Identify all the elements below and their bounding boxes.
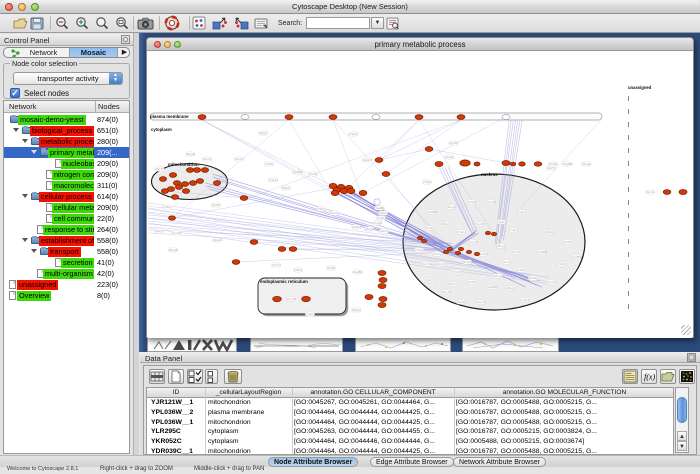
svg-text:(Snf4): (Snf4) <box>327 266 335 270</box>
svg-text:(Gal80): (Gal80) <box>572 255 582 259</box>
svg-text:(Ybl2): (Ybl2) <box>265 162 273 166</box>
svg-text:(Gcr1): (Gcr1) <box>203 157 212 161</box>
svg-text:(Cyc8): (Cyc8) <box>475 222 484 226</box>
svg-text:(Gcr1): (Gcr1) <box>547 280 556 284</box>
svg-text:(Reg1): (Reg1) <box>497 244 506 248</box>
svg-text:(Cyc8): (Cyc8) <box>469 240 478 244</box>
svg-text:unassigned: unassigned <box>628 85 652 90</box>
svg-text:cytoplasm: cytoplasm <box>151 127 172 132</box>
svg-text:(Hxk2): (Hxk2) <box>463 260 472 264</box>
svg-text:(Hxk2): (Hxk2) <box>467 200 476 204</box>
svg-text:(Tup1): (Tup1) <box>269 178 278 182</box>
svg-text:(Gal80): (Gal80) <box>293 170 303 174</box>
svg-text:(Tup1): (Tup1) <box>509 228 518 232</box>
svg-text:(Ybl2): (Ybl2) <box>294 268 302 272</box>
svg-text:(Cyc8): (Cyc8) <box>373 221 382 225</box>
svg-text:(Reg1): (Reg1) <box>186 152 195 156</box>
svg-text:(Snf4): (Snf4) <box>467 280 475 284</box>
svg-text:(Tup1): (Tup1) <box>520 298 529 302</box>
svg-text:(Hxk2): (Hxk2) <box>479 252 488 256</box>
svg-text:(Cyc8): (Cyc8) <box>449 141 458 145</box>
svg-text:(Mig1): (Mig1) <box>507 286 516 290</box>
svg-text:(Tup1): (Tup1) <box>457 230 466 234</box>
svg-text:(Snf4): (Snf4) <box>309 172 317 176</box>
svg-text:(Reg1): (Reg1) <box>365 227 374 231</box>
svg-text:(Glc7): (Glc7) <box>512 250 520 254</box>
svg-text:(Ybl2): (Ybl2) <box>557 262 565 266</box>
svg-text:(Ybl2): (Ybl2) <box>317 207 325 211</box>
svg-text:(Gcr1): (Gcr1) <box>502 260 511 264</box>
svg-text:(Mig1): (Mig1) <box>259 131 268 135</box>
svg-text:(Reg1): (Reg1) <box>442 290 451 294</box>
svg-text:(Ybl2): (Ybl2) <box>517 268 525 272</box>
svg-text:(Gcr1): (Gcr1) <box>422 262 431 266</box>
svg-text:(Cyc8): (Cyc8) <box>287 297 296 301</box>
svg-text:(Reg1): (Reg1) <box>582 162 591 166</box>
svg-text:(Snf4): (Snf4) <box>549 162 557 166</box>
svg-text:(Glc7): (Glc7) <box>427 278 435 282</box>
svg-text:(Hxk2): (Hxk2) <box>213 238 222 242</box>
svg-text:(Mig1): (Mig1) <box>442 222 451 226</box>
svg-text:(Glc7): (Glc7) <box>155 229 163 233</box>
svg-text:(Gcr1): (Gcr1) <box>330 211 339 215</box>
svg-text:(Hxk2): (Hxk2) <box>445 155 454 159</box>
svg-text:(Ybl2): (Ybl2) <box>163 205 171 209</box>
svg-text:(Glc7): (Glc7) <box>380 229 388 233</box>
svg-text:nucleus: nucleus <box>481 172 498 177</box>
svg-text:(Gal80): (Gal80) <box>563 162 573 166</box>
svg-text:(Mig1): (Mig1) <box>497 220 506 224</box>
svg-text:(Glc7): (Glc7) <box>547 166 555 170</box>
svg-text:mitochondrion: mitochondrion <box>168 162 199 167</box>
svg-text:(Tup1): (Tup1) <box>349 132 358 136</box>
svg-text:f(x): f(x) <box>644 373 655 382</box>
svg-text:(Glc7): (Glc7) <box>449 282 457 286</box>
svg-text:(Snf4): (Snf4) <box>529 276 537 280</box>
svg-text:endoplasmic reticulum: endoplasmic reticulum <box>260 279 308 284</box>
svg-text:(Gcr1): (Gcr1) <box>646 190 655 194</box>
svg-text:(Gal80): (Gal80) <box>375 206 385 210</box>
svg-text:(Tup1): (Tup1) <box>517 210 526 214</box>
svg-text:(Glc7): (Glc7) <box>433 252 441 256</box>
svg-text:(Hxk2): (Hxk2) <box>352 225 361 229</box>
svg-text:(Gcr1): (Gcr1) <box>437 262 446 266</box>
svg-text:(Mig1): (Mig1) <box>282 186 291 190</box>
svg-text:(Snf4): (Snf4) <box>425 226 433 230</box>
svg-text:(Cyc8): (Cyc8) <box>477 300 486 304</box>
svg-text:(Glc7): (Glc7) <box>155 167 163 171</box>
svg-text:(Cyc8): (Cyc8) <box>172 231 181 235</box>
svg-text:(Mig1): (Mig1) <box>547 230 556 234</box>
svg-text:(Ybl2): (Ybl2) <box>452 270 460 274</box>
svg-text:(Gal80): (Gal80) <box>427 210 437 214</box>
svg-text:(Gal80): (Gal80) <box>487 285 497 289</box>
svg-text:(Ybl2): (Ybl2) <box>423 180 431 184</box>
svg-text:(Reg1): (Reg1) <box>169 248 178 252</box>
svg-text:(Snf4): (Snf4) <box>212 203 220 207</box>
svg-text:(Cyc8): (Cyc8) <box>487 200 496 204</box>
svg-text:(Gcr1): (Gcr1) <box>235 157 244 161</box>
svg-text:(Snf4): (Snf4) <box>563 240 571 244</box>
svg-text:(Tup1): (Tup1) <box>377 216 386 220</box>
svg-text:(Reg1): (Reg1) <box>494 274 503 278</box>
svg-text:(Hxk2): (Hxk2) <box>363 158 372 162</box>
svg-text:(Hxk2): (Hxk2) <box>457 300 466 304</box>
svg-text:(Ybl2): (Ybl2) <box>415 248 423 252</box>
svg-text:plasma membrane: plasma membrane <box>150 114 189 119</box>
svg-text:(Mig1): (Mig1) <box>379 211 388 215</box>
svg-text:(Mig1): (Mig1) <box>352 308 361 312</box>
svg-text:(Gal80): (Gal80) <box>537 250 547 254</box>
svg-text:(Gal80): (Gal80) <box>353 270 363 274</box>
svg-text:(Tup1): (Tup1) <box>306 312 315 316</box>
svg-text:(Gcr1): (Gcr1) <box>272 263 281 267</box>
svg-text:(Reg1): (Reg1) <box>447 205 456 209</box>
